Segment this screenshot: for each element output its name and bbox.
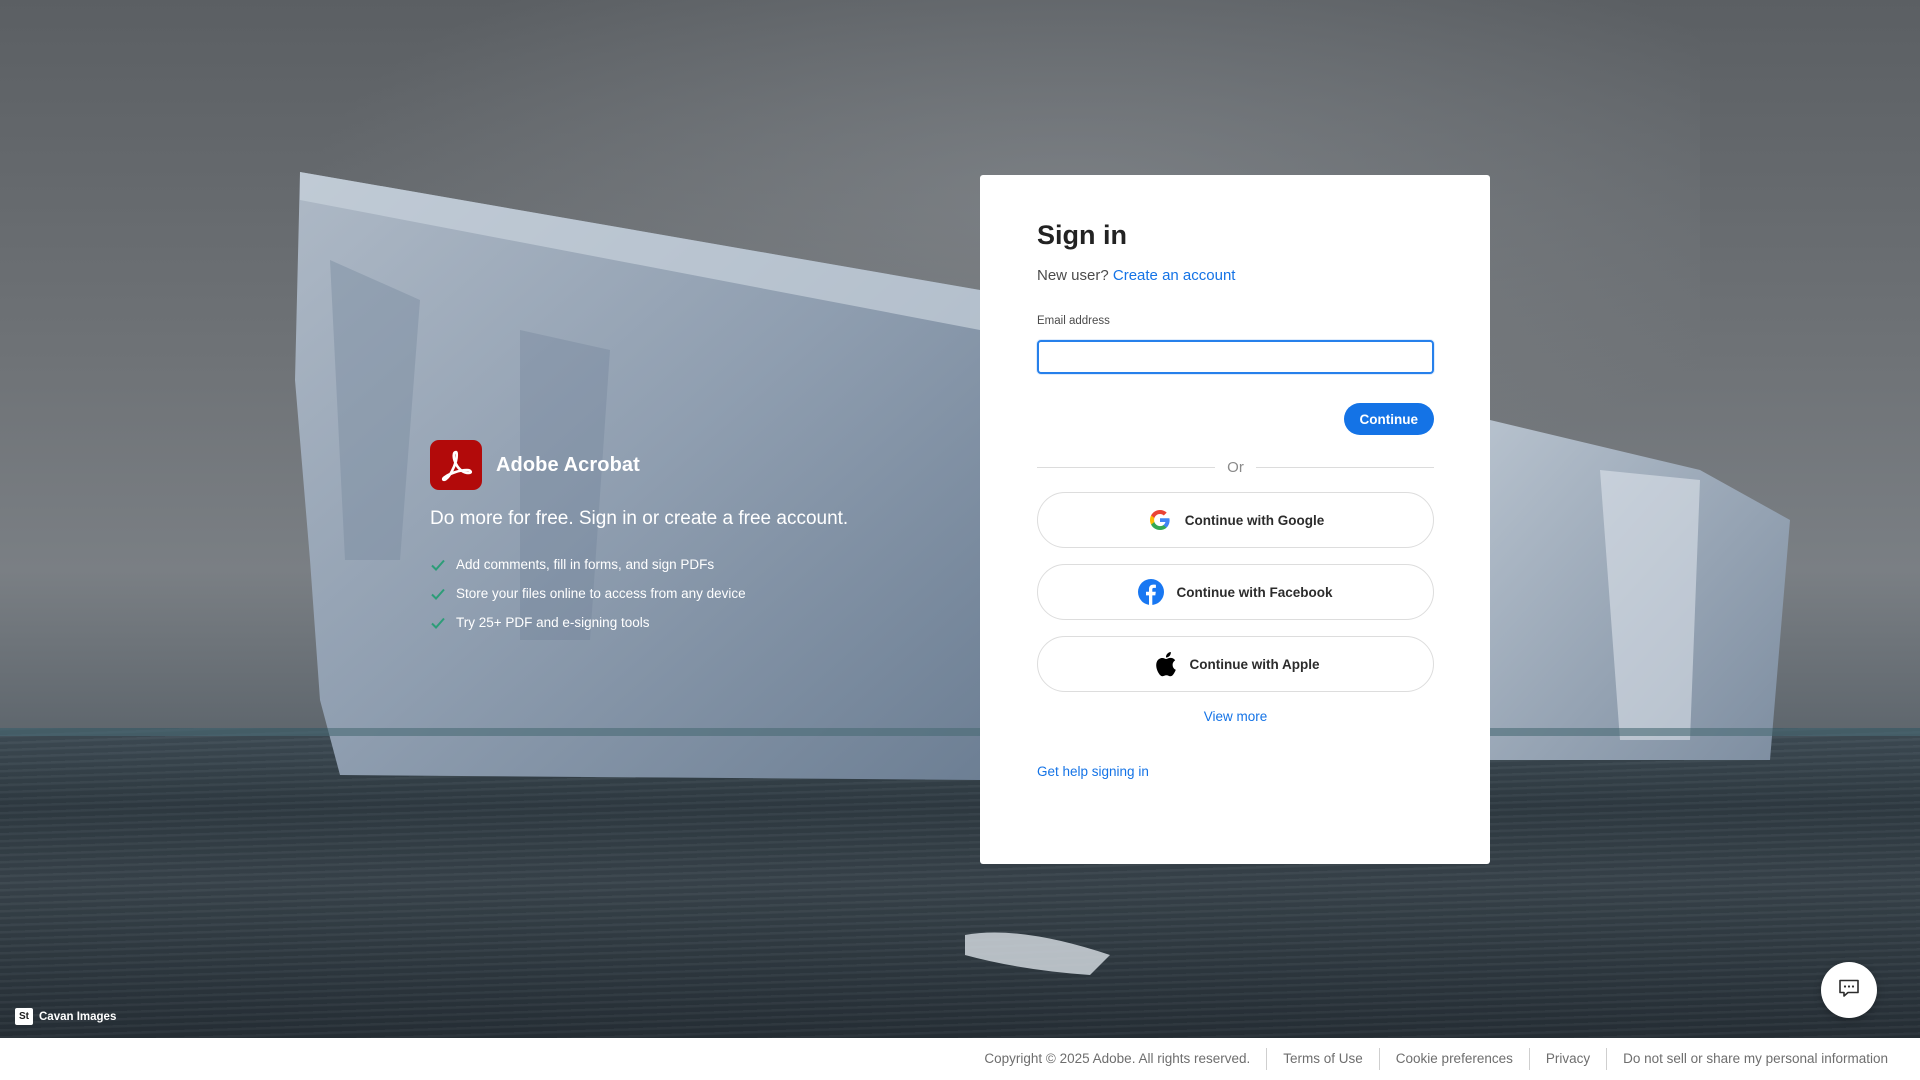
new-user-row: New user? Create an account [1037, 266, 1433, 286]
do-not-sell-link[interactable]: Do not sell or share my personal informa… [1623, 1051, 1888, 1066]
continue-with-google-button[interactable]: Continue with Google [1037, 492, 1434, 548]
privacy-link[interactable]: Privacy [1546, 1051, 1590, 1066]
brand-name: Adobe Acrobat [496, 453, 640, 476]
view-more-link[interactable]: View more [1204, 709, 1268, 724]
credit-text: Cavan Images [39, 1010, 117, 1023]
image-credit: St Cavan Images [15, 1008, 116, 1025]
new-user-prompt: New user? [1037, 267, 1109, 284]
acrobat-logo-icon [430, 440, 482, 490]
create-account-link[interactable]: Create an account [1113, 267, 1236, 284]
feature-item: Try 25+ PDF and e-signing tools [430, 608, 870, 637]
divider-line [1037, 466, 1216, 468]
feature-text: Try 25+ PDF and e-signing tools [456, 615, 650, 630]
brand: Adobe Acrobat [430, 440, 870, 490]
copyright-text: Copyright © 2025 Adobe. All rights reser… [984, 1051, 1251, 1066]
check-icon [430, 558, 456, 572]
view-more-row: View more [1037, 708, 1434, 726]
background-image [0, 0, 1920, 1038]
page-title: Sign in [1037, 220, 1127, 250]
divider-line [1255, 466, 1435, 468]
apple-icon [1152, 651, 1178, 677]
continue-with-apple-button[interactable]: Continue with Apple [1037, 636, 1434, 692]
stock-badge: St [15, 1008, 33, 1025]
google-icon [1147, 507, 1173, 533]
google-label: Continue with Google [1184, 512, 1325, 528]
promo-panel: Adobe Acrobat Do more for free. Sign in … [430, 440, 870, 637]
email-label: Email address [1037, 315, 1110, 327]
iceberg-illustration [0, 172, 1920, 975]
email-field[interactable] [1037, 340, 1434, 374]
continue-button[interactable]: Continue [1343, 403, 1434, 435]
footer: Copyright © 2025 Adobe. All rights reser… [0, 1038, 1920, 1080]
terms-of-use-link[interactable]: Terms of Use [1283, 1051, 1363, 1066]
cookie-preferences-link[interactable]: Cookie preferences [1396, 1051, 1513, 1066]
continue-with-facebook-button[interactable]: Continue with Facebook [1037, 564, 1434, 620]
check-icon [430, 587, 456, 601]
feature-item: Store your files online to access from a… [430, 579, 870, 608]
feature-text: Add comments, fill in forms, and sign PD… [456, 557, 715, 572]
facebook-label: Continue with Facebook [1176, 584, 1333, 600]
feature-text: Store your files online to access from a… [456, 586, 746, 601]
apple-label: Continue with Apple [1189, 656, 1320, 672]
check-icon [430, 616, 456, 630]
chat-button[interactable] [1821, 962, 1877, 1018]
get-help-link[interactable]: Get help signing in [1037, 764, 1149, 779]
feature-item: Add comments, fill in forms, and sign PD… [430, 550, 870, 579]
chat-icon [1837, 976, 1861, 1005]
or-divider: Or [1037, 455, 1435, 479]
signin-card: Sign in New user? Create an account Emai… [980, 175, 1490, 864]
feature-list: Add comments, fill in forms, and sign PD… [430, 550, 870, 637]
facebook-icon [1138, 579, 1165, 605]
promo-headline: Do more for free. Sign in or create a fr… [430, 508, 849, 529]
divider-text: Or [1227, 458, 1244, 476]
help-row: Get help signing in [1037, 763, 1433, 781]
continue-row: Continue [1037, 403, 1434, 435]
